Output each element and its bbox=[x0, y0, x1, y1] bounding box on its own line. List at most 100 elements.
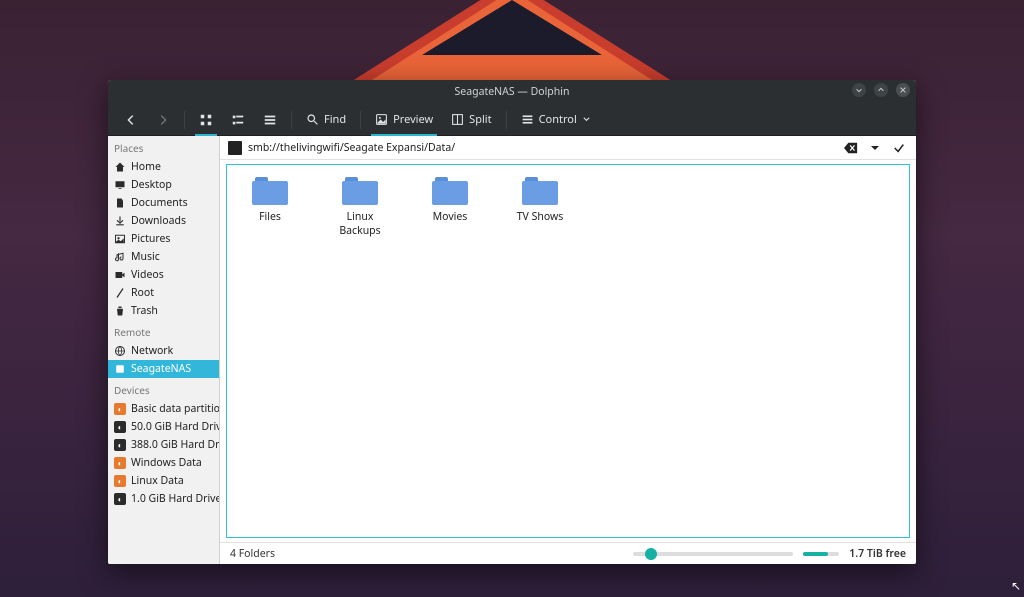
folder-label: Linux Backups bbox=[325, 210, 395, 238]
places-header: Places bbox=[108, 136, 219, 158]
sidebar-item-music[interactable]: Music bbox=[108, 248, 219, 266]
sidebar-item-network[interactable]: Network bbox=[108, 342, 219, 360]
zoom-slider[interactable] bbox=[633, 552, 793, 556]
sidebar-item-label: Basic data partition bbox=[131, 402, 219, 416]
split-label: Split bbox=[469, 112, 491, 127]
bookmark-dropdown-button[interactable] bbox=[866, 139, 884, 157]
videos-icon bbox=[114, 269, 126, 281]
preview-button[interactable]: Preview bbox=[369, 108, 439, 131]
control-menu-button[interactable]: Control bbox=[515, 108, 597, 131]
control-label: Control bbox=[539, 112, 577, 127]
minimize-button[interactable] bbox=[852, 83, 866, 97]
close-button[interactable] bbox=[896, 83, 910, 97]
folder-label: TV Shows bbox=[517, 210, 564, 224]
folder-icon bbox=[342, 177, 378, 205]
sidebar-item-label: Videos bbox=[131, 268, 164, 282]
sidebar-item-label: Documents bbox=[131, 196, 188, 210]
sidebar-item-root[interactable]: Root bbox=[108, 284, 219, 302]
clear-location-button[interactable] bbox=[842, 139, 860, 157]
folder-item[interactable]: Linux Backups bbox=[321, 173, 399, 242]
accept-location-button[interactable] bbox=[890, 139, 908, 157]
find-button[interactable]: Find bbox=[300, 108, 352, 131]
pictures-icon bbox=[114, 233, 126, 245]
sidebar-item-label: Root bbox=[131, 286, 154, 300]
disk-icon: ◐ bbox=[114, 421, 126, 433]
sidebar-item-device[interactable]: ◐ Linux Data bbox=[108, 472, 219, 490]
zoom-slider-knob[interactable] bbox=[645, 548, 657, 560]
sidebar-item-label: Linux Data bbox=[131, 474, 184, 488]
disk-icon: ◐ bbox=[114, 403, 126, 415]
folder-icon bbox=[228, 141, 242, 155]
documents-icon bbox=[114, 197, 126, 209]
sidebar-item-label: Windows Data bbox=[131, 456, 202, 470]
dolphin-window: SeagateNAS — Dolphin Find Preview Split … bbox=[108, 80, 916, 564]
sidebar-item-device[interactable]: ◐ Windows Data bbox=[108, 454, 219, 472]
folder-item[interactable]: Movies bbox=[411, 173, 489, 242]
folder-icon bbox=[522, 177, 558, 205]
trash-icon bbox=[114, 305, 126, 317]
free-space: 1.7 TiB free bbox=[849, 547, 906, 561]
sidebar-item-pictures[interactable]: Pictures bbox=[108, 230, 219, 248]
disk-usage-bar bbox=[803, 552, 839, 556]
back-button[interactable] bbox=[118, 109, 144, 131]
window-title: SeagateNAS — Dolphin bbox=[455, 85, 570, 99]
statusbar: 4 Folders 1.7 TiB free bbox=[220, 542, 916, 564]
places-panel: Places Home Desktop Documents Downloads … bbox=[108, 136, 220, 564]
sidebar-item-trash[interactable]: Trash bbox=[108, 302, 219, 320]
network-icon bbox=[114, 345, 126, 357]
sidebar-item-label: 1.0 GiB Hard Drive bbox=[131, 492, 219, 506]
folder-item[interactable]: Files bbox=[231, 173, 309, 242]
folder-icon bbox=[432, 177, 468, 205]
sidebar-item-device[interactable]: ◐ 1.0 GiB Hard Drive bbox=[108, 490, 219, 508]
sidebar-item-device[interactable]: ◐ Basic data partition bbox=[108, 400, 219, 418]
downloads-icon bbox=[114, 215, 126, 227]
chevron-down-icon bbox=[582, 115, 591, 124]
sidebar-item-device[interactable]: ◐ 388.0 GiB Hard Drive bbox=[108, 436, 219, 454]
sidebar-item-label: Pictures bbox=[131, 232, 170, 246]
root-icon bbox=[114, 287, 126, 299]
location-bar: smb://thelivingwifi/Seagate Expansi/Data… bbox=[220, 136, 916, 160]
disk-icon: ◐ bbox=[114, 475, 126, 487]
home-icon bbox=[114, 161, 126, 173]
music-icon bbox=[114, 251, 126, 263]
sidebar-item-downloads[interactable]: Downloads bbox=[108, 212, 219, 230]
sidebar-item-device[interactable]: ◐ 50.0 GiB Hard Drive bbox=[108, 418, 219, 436]
sidebar-item-documents[interactable]: Documents bbox=[108, 194, 219, 212]
file-view[interactable]: Files Linux Backups Movies TV Shows bbox=[226, 164, 910, 538]
split-button[interactable]: Split bbox=[445, 108, 497, 131]
item-count: 4 Folders bbox=[230, 547, 275, 561]
folder-icon bbox=[252, 177, 288, 205]
sidebar-item-label: SeagateNAS bbox=[131, 362, 191, 376]
preview-label: Preview bbox=[393, 112, 433, 127]
sidebar-item-label: 50.0 GiB Hard Drive bbox=[131, 420, 219, 434]
compact-view-button[interactable] bbox=[225, 109, 251, 131]
location-path[interactable]: smb://thelivingwifi/Seagate Expansi/Data… bbox=[248, 141, 455, 155]
sidebar-item-seagatenas[interactable]: SeagateNAS bbox=[108, 360, 219, 378]
details-view-button[interactable] bbox=[257, 109, 283, 131]
sidebar-item-label: Downloads bbox=[131, 214, 186, 228]
sidebar-item-home[interactable]: Home bbox=[108, 158, 219, 176]
folder-item[interactable]: TV Shows bbox=[501, 173, 579, 242]
sidebar-item-videos[interactable]: Videos bbox=[108, 266, 219, 284]
find-label: Find bbox=[324, 112, 346, 127]
wallpaper-mountain bbox=[422, 0, 602, 55]
nas-icon bbox=[114, 363, 126, 375]
cursor-icon: ↖ bbox=[1011, 577, 1021, 594]
disk-icon: ◐ bbox=[114, 439, 126, 451]
maximize-button[interactable] bbox=[874, 83, 888, 97]
disk-icon: ◐ bbox=[114, 493, 126, 505]
main-view: smb://thelivingwifi/Seagate Expansi/Data… bbox=[220, 136, 916, 564]
sidebar-item-label: Music bbox=[131, 250, 160, 264]
folder-label: Movies bbox=[433, 210, 468, 224]
icons-view-button[interactable] bbox=[193, 109, 219, 131]
folder-label: Files bbox=[259, 210, 281, 224]
desktop-icon bbox=[114, 179, 126, 191]
forward-button[interactable] bbox=[150, 109, 176, 131]
devices-header: Devices bbox=[108, 378, 219, 400]
toolbar: Find Preview Split Control bbox=[108, 104, 916, 136]
sidebar-item-desktop[interactable]: Desktop bbox=[108, 176, 219, 194]
sidebar-item-label: Trash bbox=[131, 304, 158, 318]
sidebar-item-label: Desktop bbox=[131, 178, 172, 192]
sidebar-item-label: 388.0 GiB Hard Drive bbox=[131, 438, 219, 452]
disk-icon: ◐ bbox=[114, 457, 126, 469]
